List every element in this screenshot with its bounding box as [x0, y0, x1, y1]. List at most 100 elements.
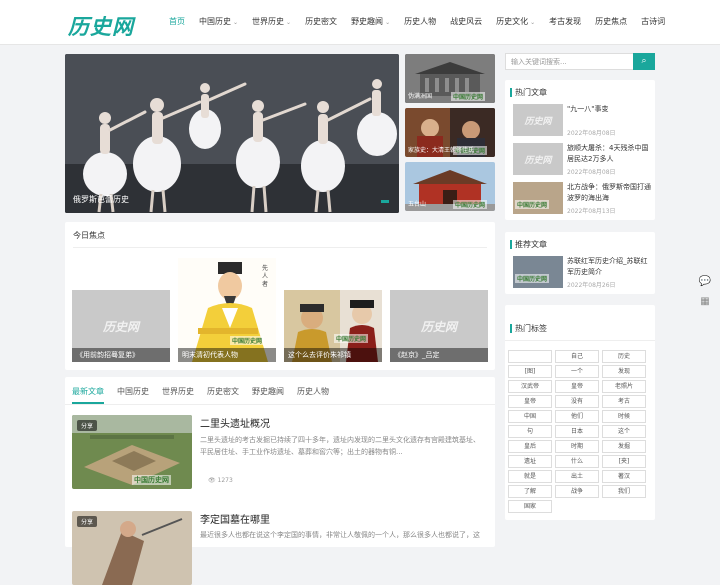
tag-item[interactable]: 就是 [508, 470, 552, 483]
article-title[interactable]: 李定国墓在哪里 [200, 511, 270, 526]
hero-side-item[interactable]: 中国历史网 五台山 [405, 162, 495, 211]
tag-item[interactable]: 我们 [602, 485, 646, 498]
article-tab[interactable]: 世界历史 [162, 386, 194, 402]
nav-item[interactable]: 历史焦点 [588, 0, 634, 44]
article-tab[interactable]: 最新文章 [72, 386, 104, 404]
chevron-down-icon: ⌄ [530, 19, 536, 26]
nav-item[interactable]: 中国历史 ⌄ [192, 0, 245, 44]
watermark: 中国历史网 [515, 274, 550, 283]
focus-card[interactable]: 历史网 《赵京》_吕定 [390, 290, 488, 362]
tag-item[interactable]: [夹] [602, 455, 646, 468]
nav-item[interactable]: 首页 [162, 0, 192, 44]
watermark: 中国历史网 [132, 475, 171, 485]
tag-item[interactable]: 老照片 [602, 380, 646, 393]
nav-item[interactable]: 考古发现 [542, 0, 588, 44]
tag-item[interactable]: 什么 [555, 455, 599, 468]
thumb-caption: 伪满洲国 [408, 93, 433, 100]
hot-title[interactable]: "九一八"事变 [567, 104, 652, 115]
qrcode-icon[interactable]: ▦ [697, 294, 713, 310]
nav-label: 古诗词 [641, 17, 666, 26]
tag-item[interactable]: 皇后 [508, 440, 552, 453]
recommend-thumb[interactable]: 中国历史网 [513, 256, 563, 288]
share-badge: 分享 [77, 516, 98, 527]
tag-item[interactable]: 时候 [602, 410, 646, 423]
tag-item[interactable]: 这个 [602, 425, 646, 438]
tag-item[interactable]: 遗址 [508, 455, 552, 468]
tag-item[interactable]: 自己 [555, 350, 599, 363]
tag-item[interactable]: 皇帝 [508, 395, 552, 408]
nav-item[interactable]: 历史人物 [397, 0, 443, 44]
tag-item[interactable]: 句 [508, 425, 552, 438]
nav-label: 战史风云 [450, 17, 483, 26]
article-views: 👁 1273 [208, 477, 233, 484]
tag-item[interactable]: 一个 [555, 365, 599, 378]
tag-item[interactable]: 出土 [555, 470, 599, 483]
focus-card[interactable]: 先人者 中国历史网 明末清初代表人物 [178, 258, 276, 362]
tag-item[interactable]: 考古 [602, 395, 646, 408]
focus-card[interactable]: 历史网 《用前韵招蓦复弟》 [72, 290, 170, 362]
hot-date: 2022年08月13日 [567, 208, 616, 215]
tag-item[interactable]: 历史 [602, 350, 646, 363]
focus-card[interactable]: 中国历史网 这个么去评价朱祁镇 [284, 290, 382, 362]
hot-thumb[interactable]: 中国历史网 [513, 182, 563, 214]
hot-title[interactable]: 北方战争：俄罗斯帝国打通波罗的海出海 [567, 182, 652, 204]
placeholder-logo: 历史网 [513, 143, 563, 175]
tag-item[interactable]: 他们 [555, 410, 599, 423]
thumb-caption: 五台山 [408, 201, 427, 208]
search-icon: ⌕ [641, 56, 647, 66]
tag-item[interactable]: 汉武帝 [508, 380, 552, 393]
hero-side-item[interactable]: 中国历史网 家族史：大清王朝佟佳氏 [405, 108, 495, 157]
placeholder-logo: 历史网 [513, 104, 563, 136]
tag-item[interactable]: 发现 [602, 365, 646, 378]
hot-title[interactable]: 旅顺大屠杀：4天残杀中国居民达2万多人 [567, 143, 652, 165]
eye-icon: 👁 [208, 477, 216, 484]
article-tab[interactable]: 历史密文 [207, 386, 239, 402]
tag-item[interactable]: 战争 [555, 485, 599, 498]
tag-item[interactable]: [图] [508, 365, 552, 378]
hot-thumb[interactable]: 历史网 [513, 104, 563, 136]
site-logo[interactable]: 历史网 [68, 11, 134, 41]
tag-item[interactable]: 日本 [555, 425, 599, 438]
chevron-down-icon: ⌄ [233, 19, 239, 26]
nav-item[interactable]: 历史密文 [298, 0, 344, 44]
article-tab[interactable]: 中国历史 [117, 386, 149, 402]
tag-item[interactable]: 皇帝 [555, 380, 599, 393]
tag-item[interactable] [508, 350, 552, 363]
article-title[interactable]: 二里头遗址概况 [200, 415, 270, 430]
tag-item[interactable]: 国家 [508, 500, 552, 513]
focus-caption: 明末清初代表人物 [178, 348, 276, 362]
nav-item[interactable]: 古诗词 [634, 0, 672, 44]
header: 历史网 首页 中国历史 ⌄ 世界历史 ⌄ 历史密文 野史趣闻 ⌄ 历史人物 战史风云 历史文化 ⌄ 考古… [0, 0, 720, 45]
nav-item[interactable]: 野史趣闻 ⌄ [344, 0, 397, 44]
search-input[interactable]: 输入关键词搜索... [505, 53, 633, 70]
chat-icon[interactable]: 💬 [697, 274, 713, 290]
article-thumb[interactable]: 分享 中国历史网 [72, 415, 192, 489]
tag-grid: 自己 历史 [图] 一个 发现 汉武帝 皇帝 老照片 皇帝 没有 考古 中国 他们 时候句日本 这个 皇后 时期… [508, 350, 648, 513]
article-tabs: 最新文章 中国历史 世界历史 历史密文 野史趣闻 历史人物 [72, 386, 342, 404]
nav-label: 中国历史 [199, 17, 231, 26]
views-count: 1273 [217, 477, 233, 484]
nav-item[interactable]: 战史风云 [443, 0, 489, 44]
hero-side-item[interactable]: 中国历史网 伪满洲国 [405, 54, 495, 103]
article-tab[interactable]: 野史趣闻 [252, 386, 284, 402]
search-button[interactable]: ⌕ [633, 53, 655, 70]
tag-item[interactable]: 中国 [508, 410, 552, 423]
nav-item[interactable]: 历史文化 ⌄ [489, 0, 542, 44]
tag-item[interactable]: 了解 [508, 485, 552, 498]
hot-date: 2022年08月08日 [567, 169, 616, 176]
slider-indicator[interactable] [381, 200, 389, 203]
chevron-down-icon: ⌄ [385, 19, 391, 26]
hot-thumb[interactable]: 历史网 [513, 143, 563, 175]
nav-item[interactable]: 世界历史 ⌄ [245, 0, 298, 44]
tag-item[interactable]: 时期 [555, 440, 599, 453]
article-tab[interactable]: 历史人物 [297, 386, 329, 402]
tag-item[interactable]: 著汉 [602, 470, 646, 483]
recommend-title[interactable]: 苏联红军历史介绍_苏联红军历史简介 [567, 256, 652, 278]
article-thumb[interactable]: 分享 [72, 511, 192, 585]
hero-slide[interactable]: 俄罗斯芭蕾历史 [65, 54, 399, 213]
tag-item[interactable]: 发掘 [602, 440, 646, 453]
nav-label: 历史人物 [404, 17, 437, 26]
tag-item[interactable]: 没有 [555, 395, 599, 408]
divider [65, 404, 495, 405]
scholar-illustration: 先人者 [178, 258, 276, 362]
